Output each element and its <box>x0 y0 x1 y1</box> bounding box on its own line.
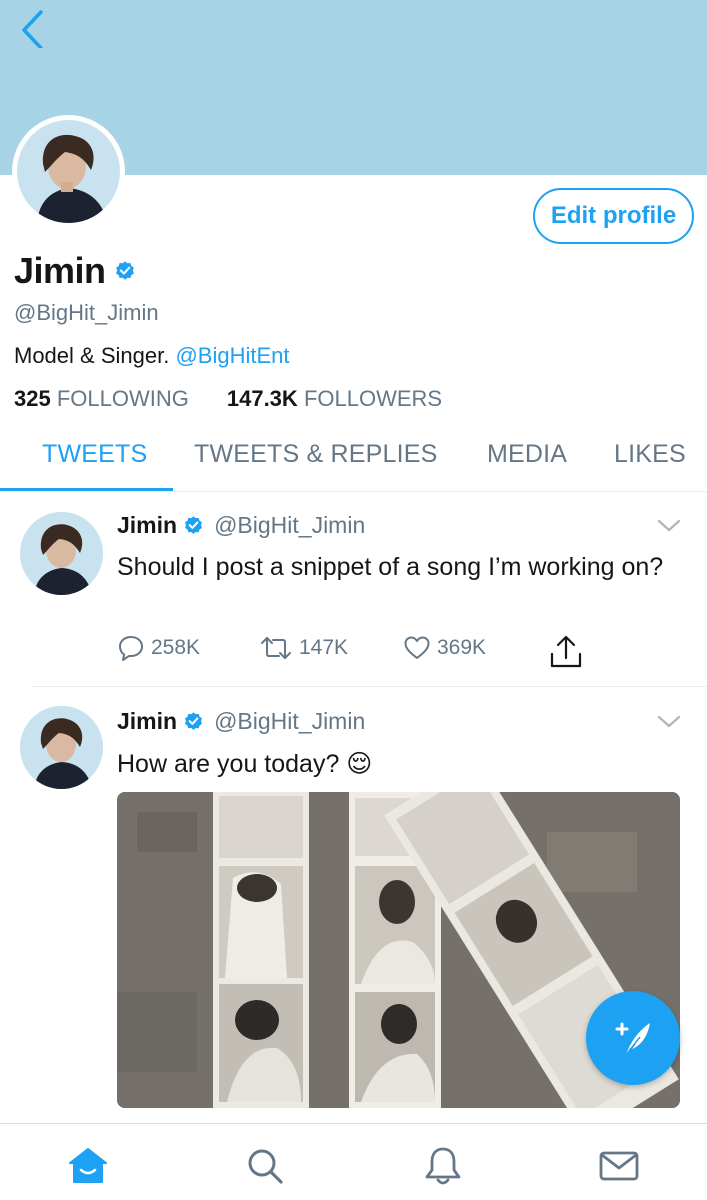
tweet-author-name[interactable]: Jimin <box>117 708 177 735</box>
reply-icon <box>119 636 143 661</box>
profile-avatar[interactable] <box>12 115 125 228</box>
chevron-down-icon[interactable] <box>656 714 682 730</box>
tab-tweets[interactable]: TWEETS <box>42 440 147 469</box>
followers-stat[interactable]: 147.3K FOLLOWERS <box>227 386 442 412</box>
tweet-author-handle: @BigHit_Jimin <box>214 708 366 734</box>
edit-profile-button[interactable]: Edit profile <box>533 188 694 244</box>
share-button[interactable] <box>548 634 584 670</box>
back-button[interactable] <box>14 8 54 50</box>
nav-search[interactable] <box>243 1144 287 1188</box>
heart-icon <box>404 636 430 659</box>
followers-label: FOLLOWERS <box>303 386 443 411</box>
bio-text: Model & Singer. <box>14 343 170 368</box>
home-icon <box>69 1148 107 1183</box>
following-stat[interactable]: 325 FOLLOWING <box>14 386 189 412</box>
tweet-avatar[interactable] <box>20 706 103 789</box>
avatar-image <box>20 512 103 595</box>
nav-home[interactable] <box>66 1144 110 1188</box>
reply-count: 258K <box>151 636 201 659</box>
profile-stats: 325 FOLLOWING 147.3K FOLLOWERS <box>14 386 442 412</box>
tweet-author-name[interactable]: Jimin <box>117 512 177 539</box>
verified-badge-icon <box>115 261 134 280</box>
nav-messages[interactable] <box>597 1144 641 1188</box>
tweet-avatar[interactable] <box>20 512 103 595</box>
tweet-divider <box>32 686 707 687</box>
bio-mention-link[interactable]: @BigHitEnt <box>175 343 289 368</box>
nav-notifications[interactable] <box>421 1144 465 1188</box>
share-icon <box>550 635 582 668</box>
tweet-header: Jimin @BigHit_Jimin <box>117 708 365 735</box>
verified-badge-icon <box>185 516 203 534</box>
retweet-button[interactable]: 147K <box>259 634 348 662</box>
profile-bio: Model & Singer. @BigHitEnt <box>14 343 289 369</box>
avatar-image <box>17 120 120 223</box>
bottom-tab-bar <box>0 1123 707 1200</box>
reply-button[interactable]: 258K <box>117 634 200 662</box>
tab-likes[interactable]: LIKES <box>614 440 686 469</box>
retweet-count: 147K <box>299 636 349 659</box>
avatar-image <box>20 706 103 789</box>
followers-count: 147.3K <box>226 386 298 411</box>
tweet-header: Jimin @BigHit_Jimin <box>117 512 365 539</box>
chevron-down-icon[interactable] <box>656 518 682 534</box>
tweet-text: Should I post a snippet of a song I’m wo… <box>117 553 664 581</box>
bell-icon <box>425 1147 461 1185</box>
profile-name: Jimin <box>14 250 106 291</box>
verified-badge-icon <box>185 712 203 730</box>
like-count: 369K <box>437 636 487 659</box>
profile-tabs: TWEETS TWEETS & REPLIES MEDIA LIKES <box>0 430 707 492</box>
like-button[interactable]: 369K <box>403 634 486 662</box>
chevron-left-icon <box>22 10 43 50</box>
following-label: FOLLOWING <box>56 386 189 411</box>
profile-handle: @BigHit_Jimin <box>14 300 159 325</box>
compose-tweet-button[interactable] <box>586 991 680 1085</box>
profile-name-row: Jimin <box>14 250 136 292</box>
following-count: 325 <box>14 386 51 411</box>
tab-tweets-replies[interactable]: TWEETS & REPLIES <box>194 440 438 469</box>
retweet-icon <box>261 637 291 659</box>
compose-tweet-icon <box>615 1022 650 1056</box>
search-icon <box>248 1149 283 1184</box>
tweet-text: How are you today? 😌 <box>117 750 373 778</box>
mail-icon <box>599 1151 639 1181</box>
active-tab-indicator <box>0 488 173 491</box>
tweet-actions: 258K 147K 369K <box>117 634 597 674</box>
tab-media[interactable]: MEDIA <box>487 440 567 469</box>
tweet-author-handle: @BigHit_Jimin <box>214 512 366 538</box>
